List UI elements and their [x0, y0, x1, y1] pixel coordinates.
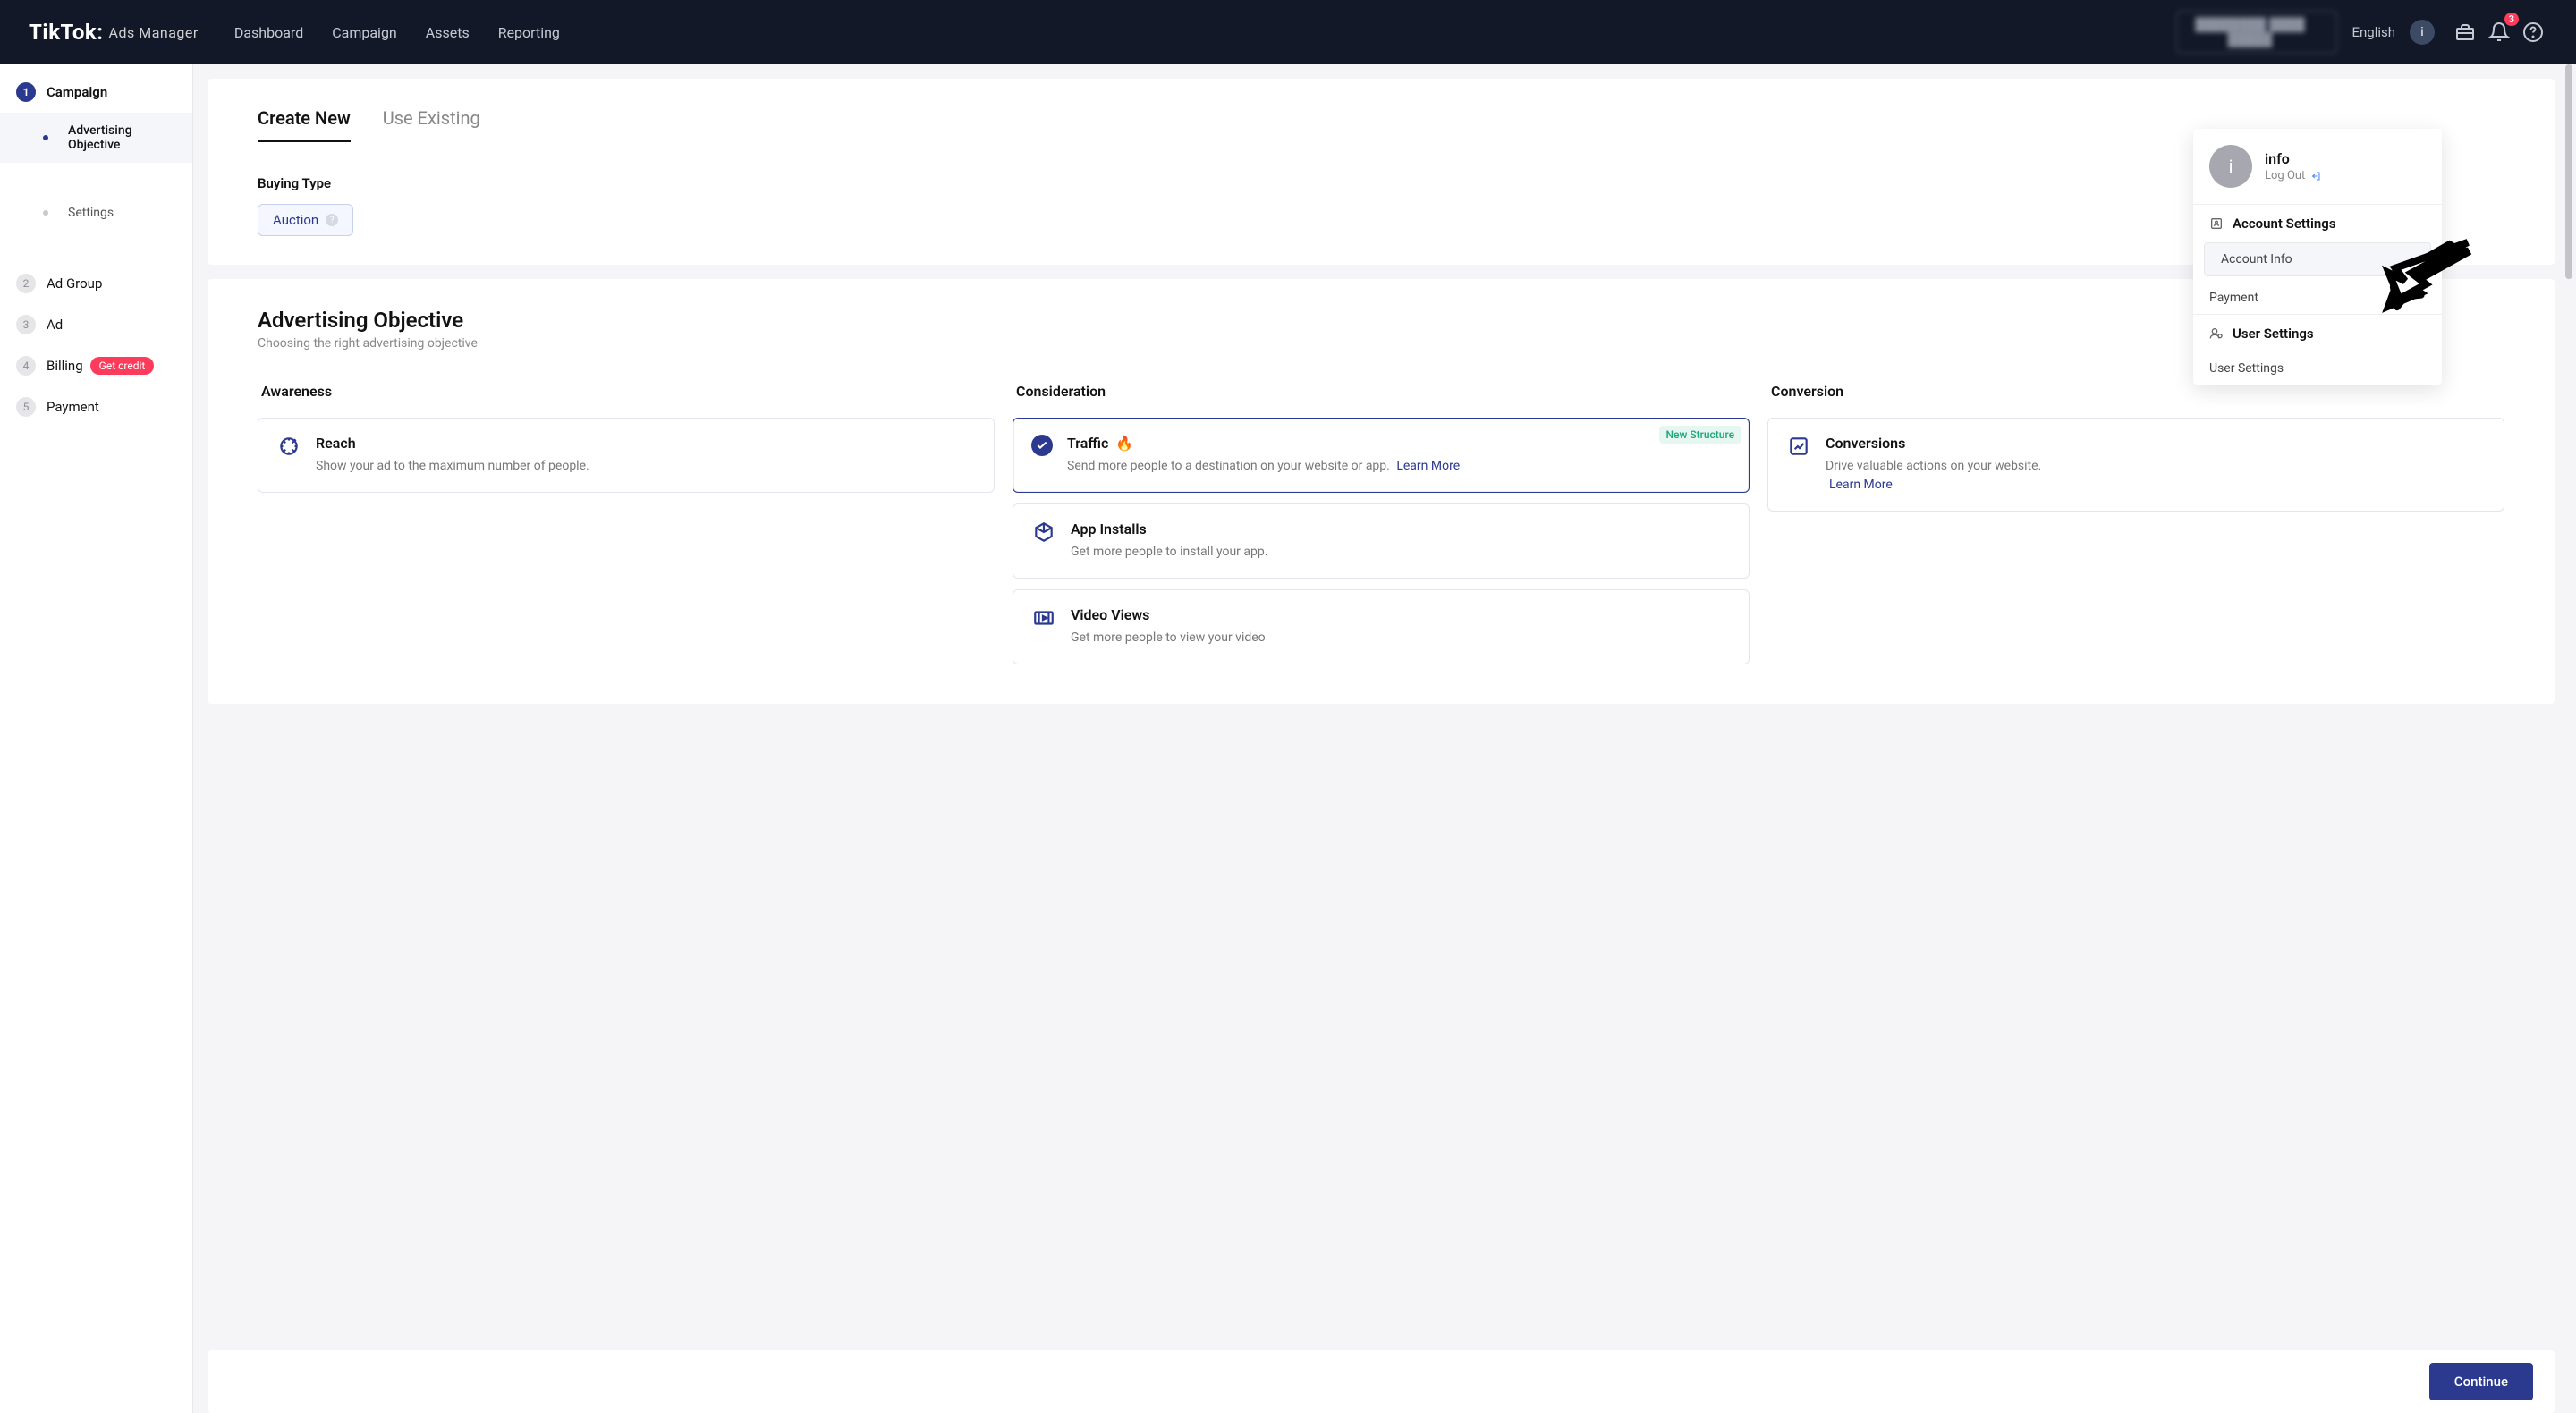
logo-mark: TikTok: [29, 20, 104, 45]
objective-desc: Drive valuable actions on your website. … [1826, 457, 2486, 495]
objective-conversions[interactable]: Conversions Drive valuable actions on yo… [1767, 418, 2504, 512]
nav-campaign[interactable]: Campaign [332, 24, 397, 41]
objective-desc: Send more people to a destination on you… [1067, 457, 1731, 476]
nav-dashboard[interactable]: Dashboard [234, 24, 303, 41]
sidebar-label: Ad Group [47, 275, 102, 292]
objective-desc: Get more people to install your app. [1071, 543, 1731, 562]
logo-subtitle: Ads Manager [109, 24, 199, 41]
help-icon: ? [326, 214, 338, 226]
sidebar-settings[interactable]: Settings [0, 195, 192, 231]
objective-title-text: Reach [316, 435, 976, 452]
col-head-consideration: Consideration [1013, 383, 1750, 400]
scrollbar[interactable] [2565, 64, 2572, 279]
col-awareness: Awareness Reach Show your ad to the maxi… [258, 383, 995, 675]
target-icon [1786, 435, 1811, 460]
account-settings-section: Account Settings Account Info Payment [2193, 204, 2442, 314]
buying-type-label: Buying Type [258, 175, 2504, 191]
check-icon [1031, 435, 1053, 456]
objective-columns: Awareness Reach Show your ad to the maxi… [258, 383, 2504, 675]
sidebar-payment[interactable]: 5 Payment [0, 386, 192, 427]
get-credit-badge: Get credit [90, 357, 155, 375]
briefcase-icon[interactable] [2451, 18, 2479, 47]
objective-title-text: Traffic 🔥 [1067, 435, 1731, 452]
dropdown-payment[interactable]: Payment [2193, 282, 2442, 314]
sidebar-advertising-objective[interactable]: Advertising Objective [0, 113, 192, 163]
dropdown-account-info[interactable]: Account Info [2204, 242, 2431, 276]
objective-title-text: Video Views [1071, 606, 1731, 623]
notification-count: 3 [2504, 13, 2519, 26]
objective-desc: Get more people to view your video [1071, 629, 1731, 647]
col-head-awareness: Awareness [258, 383, 995, 400]
language-selector[interactable]: English [2351, 24, 2395, 40]
col-conversion: Conversion Conversions Drive valuable ac… [1767, 383, 2504, 675]
user-avatar[interactable]: i [2410, 20, 2435, 45]
tab-create-new[interactable]: Create New [258, 107, 351, 142]
user-gear-icon [2209, 326, 2224, 341]
sidebar-label: Ad [47, 317, 63, 333]
objective-title-text: App Installs [1071, 520, 1731, 537]
dropdown-username: info [2265, 150, 2321, 167]
col-consideration: Consideration New Structure Traffic 🔥 [1013, 383, 1750, 675]
dropdown-avatar: i [2209, 145, 2252, 188]
cube-icon [1031, 520, 1056, 546]
sidebar-ad-group[interactable]: 2 Ad Group [0, 263, 192, 304]
sidebar-campaign[interactable]: 1 Campaign [0, 72, 192, 113]
step-number: 2 [16, 274, 36, 293]
sidebar-label: Settings [68, 206, 114, 220]
logo: TikTok: Ads Manager [29, 20, 199, 45]
reach-icon [276, 435, 301, 460]
objective-title-text: Conversions [1826, 435, 2486, 452]
sidebar-label: Campaign [47, 84, 107, 100]
dropdown-header: i info Log Out [2193, 129, 2442, 204]
mode-tabs: Create New Use Existing [258, 107, 2504, 143]
account-selector[interactable]: ████████ ████ █████ [2176, 11, 2337, 54]
logout-link[interactable]: Log Out [2265, 169, 2321, 182]
step-number: 5 [16, 397, 36, 417]
shield-icon [2209, 216, 2224, 231]
new-structure-badge: New Structure [1659, 426, 1742, 444]
top-header: TikTok: Ads Manager Dashboard Campaign A… [0, 0, 2576, 64]
sidebar: 1 Campaign Advertising Objective Setting… [0, 64, 193, 1413]
sidebar-ad[interactable]: 3 Ad [0, 304, 192, 345]
help-icon[interactable] [2519, 18, 2547, 47]
objective-title: Advertising Objective [258, 308, 2504, 333]
objective-traffic[interactable]: New Structure Traffic 🔥 Send mor [1013, 418, 1750, 493]
continue-button[interactable]: Continue [2429, 1363, 2533, 1400]
sidebar-billing[interactable]: 4 Billing Get credit [0, 345, 192, 386]
sidebar-label: Billing [47, 358, 83, 374]
objective-subtitle: Choosing the right advertising objective [258, 336, 2504, 351]
objective-app-installs[interactable]: App Installs Get more people to install … [1013, 503, 1750, 579]
user-settings-section: User Settings User Settings [2193, 314, 2442, 385]
tab-use-existing[interactable]: Use Existing [383, 107, 480, 142]
objective-reach[interactable]: Reach Show your ad to the maximum number… [258, 418, 995, 493]
sidebar-label: Payment [47, 399, 99, 415]
film-icon [1031, 606, 1056, 631]
account-settings-header: Account Settings [2193, 205, 2442, 242]
main-nav: Dashboard Campaign Assets Reporting [234, 24, 560, 41]
learn-more-link[interactable]: Learn More [1829, 478, 1893, 492]
bullet-icon [43, 135, 48, 140]
buying-type-chip-auction[interactable]: Auction ? [258, 204, 353, 236]
bullet-icon [43, 210, 48, 216]
user-settings-header: User Settings [2193, 315, 2442, 352]
dropdown-user-settings[interactable]: User Settings [2193, 352, 2442, 385]
fire-icon: 🔥 [1115, 435, 1133, 452]
nav-assets[interactable]: Assets [426, 24, 470, 41]
user-dropdown: i info Log Out Account Settings Account … [2193, 129, 2442, 385]
sidebar-label: Advertising Objective [68, 123, 176, 152]
col-head-conversion: Conversion [1767, 383, 2504, 400]
step-number: 4 [16, 356, 36, 376]
footer-bar: Continue [208, 1350, 2555, 1413]
learn-more-link[interactable]: Learn More [1396, 459, 1460, 473]
objective-desc: Show your ad to the maximum number of pe… [316, 457, 976, 476]
nav-reporting[interactable]: Reporting [498, 24, 560, 41]
objective-video-views[interactable]: Video Views Get more people to view your… [1013, 589, 1750, 664]
notification-icon[interactable]: 3 [2485, 18, 2513, 47]
step-number: 1 [16, 82, 36, 102]
step-number: 3 [16, 315, 36, 334]
chip-text: Auction [273, 212, 318, 228]
